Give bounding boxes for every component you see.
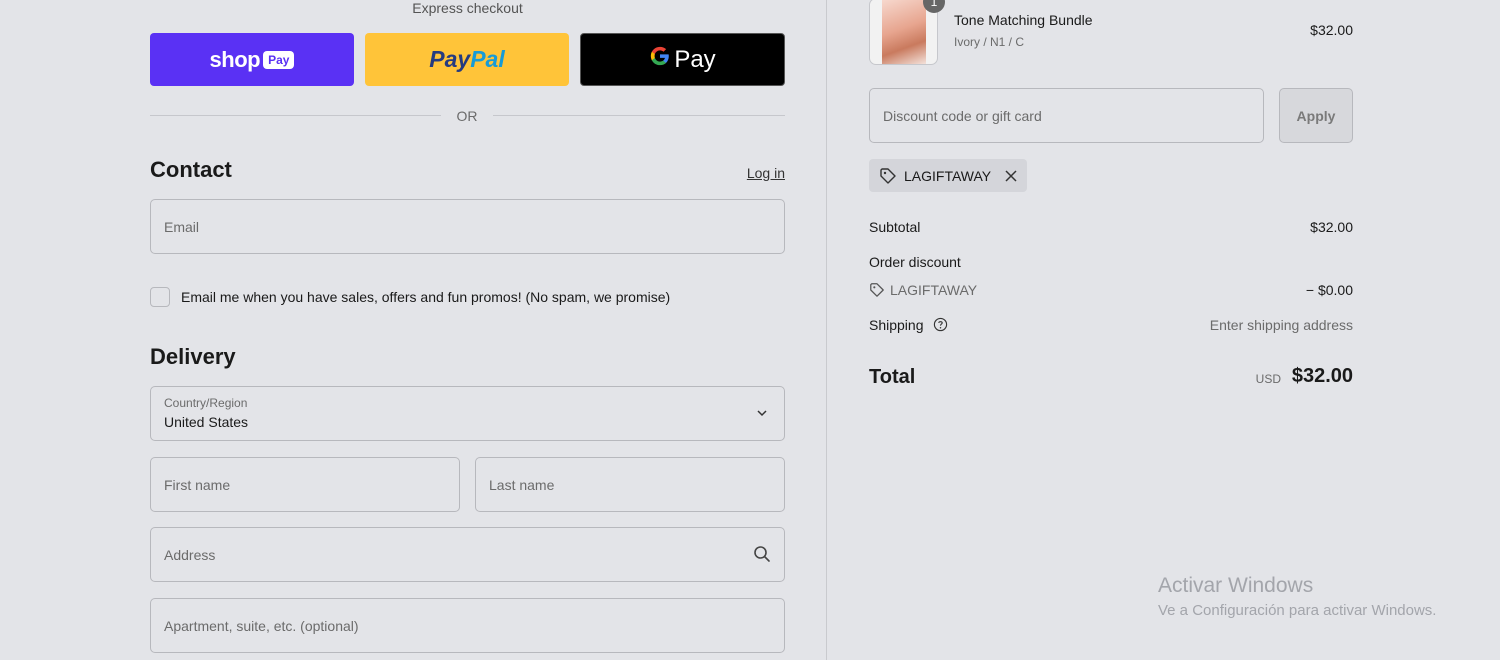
checkout-form: Express checkout shop Pay Pay Pal Pay OR… — [150, 0, 785, 660]
tag-icon — [880, 167, 896, 184]
product-name: Tone Matching Bundle — [954, 12, 1093, 28]
shipping-value: Enter shipping address — [1209, 317, 1353, 333]
discount-code-field[interactable]: Discount code or gift card — [869, 88, 1264, 143]
checkout-page: Express checkout shop Pay Pay Pal Pay OR… — [0, 0, 1500, 660]
contact-heading: Contact — [150, 157, 232, 182]
applied-discount-chip: LAGIFTAWAY — [869, 159, 1028, 192]
newsletter-checkbox[interactable] — [150, 287, 170, 307]
google-pay-word: Pay — [674, 45, 716, 73]
paypal-logo-part2: Pal — [470, 46, 505, 72]
email-field[interactable] — [150, 199, 785, 254]
shop-pay-logo-word: shop — [209, 46, 261, 72]
applied-discount-code: LAGIFTAWAY — [904, 167, 992, 184]
address-field-wrapper — [150, 527, 785, 582]
total-value: $32.00 — [1291, 365, 1353, 387]
search-icon[interactable] — [753, 545, 771, 563]
first-name-field[interactable] — [150, 457, 460, 512]
country-select-label: Country/Region — [164, 396, 248, 410]
or-text: OR — [456, 108, 478, 124]
shop-pay-logo-badge: Pay — [263, 50, 295, 69]
last-name-field[interactable] — [475, 457, 785, 512]
shipping-row: Shipping Enter shipping address — [869, 317, 1353, 333]
or-line-left — [150, 115, 441, 116]
discount-code-line: LAGIFTAWAY — [869, 282, 977, 298]
total-label: Total — [869, 366, 916, 388]
delivery-heading: Delivery — [150, 344, 236, 369]
subtotal-value: $32.00 — [1310, 219, 1353, 235]
newsletter-option: Email me when you have sales, offers and… — [150, 286, 670, 308]
discount-code-row: LAGIFTAWAY − $0.00 — [869, 282, 1353, 301]
express-checkout-title: Express checkout — [412, 0, 523, 16]
country-select[interactable]: Country/Region United States — [150, 386, 785, 441]
help-icon[interactable] — [933, 317, 948, 332]
product-variant: Ivory / N1 / C — [954, 35, 1025, 49]
express-pay-buttons: shop Pay Pay Pal Pay — [150, 33, 785, 86]
remove-discount-icon[interactable] — [1005, 169, 1017, 182]
product-image — [882, 0, 926, 64]
google-pay-button[interactable]: Pay — [580, 33, 785, 86]
paypal-logo-part1: Pay — [429, 46, 471, 72]
shop-pay-button[interactable]: shop Pay — [150, 33, 354, 86]
chevron-down-icon — [757, 410, 767, 417]
apartment-field[interactable] — [150, 598, 785, 653]
login-link[interactable]: Log in — [747, 165, 785, 181]
country-select-value: United States — [164, 414, 249, 430]
order-summary: 1 Tone Matching Bundle Ivory / N1 / C $3… — [869, 0, 1353, 660]
subtotal-row: Subtotal $32.00 — [869, 219, 1353, 235]
discount-code-name: LAGIFTAWAY — [890, 282, 978, 298]
discount-value: − $0.00 — [1305, 282, 1353, 298]
order-discount-label: Order discount — [869, 254, 961, 270]
address-field[interactable] — [150, 527, 785, 582]
subtotal-label: Subtotal — [869, 219, 921, 235]
or-separator: OR — [150, 106, 785, 126]
shipping-label: Shipping — [869, 317, 924, 333]
column-divider — [826, 0, 827, 660]
paypal-button[interactable]: Pay Pal — [365, 33, 569, 86]
or-line-right — [493, 115, 785, 116]
google-g-icon — [649, 45, 671, 74]
total-row: Total USD $32.00 — [869, 364, 1353, 390]
order-discount-row: Order discount — [869, 254, 1353, 270]
total-currency: USD — [1255, 372, 1281, 386]
apply-discount-button[interactable]: Apply — [1279, 88, 1353, 143]
windows-activation-title: Activar Windows — [1158, 574, 1314, 597]
windows-activation-subtitle: Ve a Configuración para activar Windows. — [1158, 602, 1437, 619]
tag-icon — [870, 283, 884, 297]
newsletter-label: Email me when you have sales, offers and… — [181, 289, 671, 305]
product-price: $32.00 — [1310, 22, 1353, 38]
